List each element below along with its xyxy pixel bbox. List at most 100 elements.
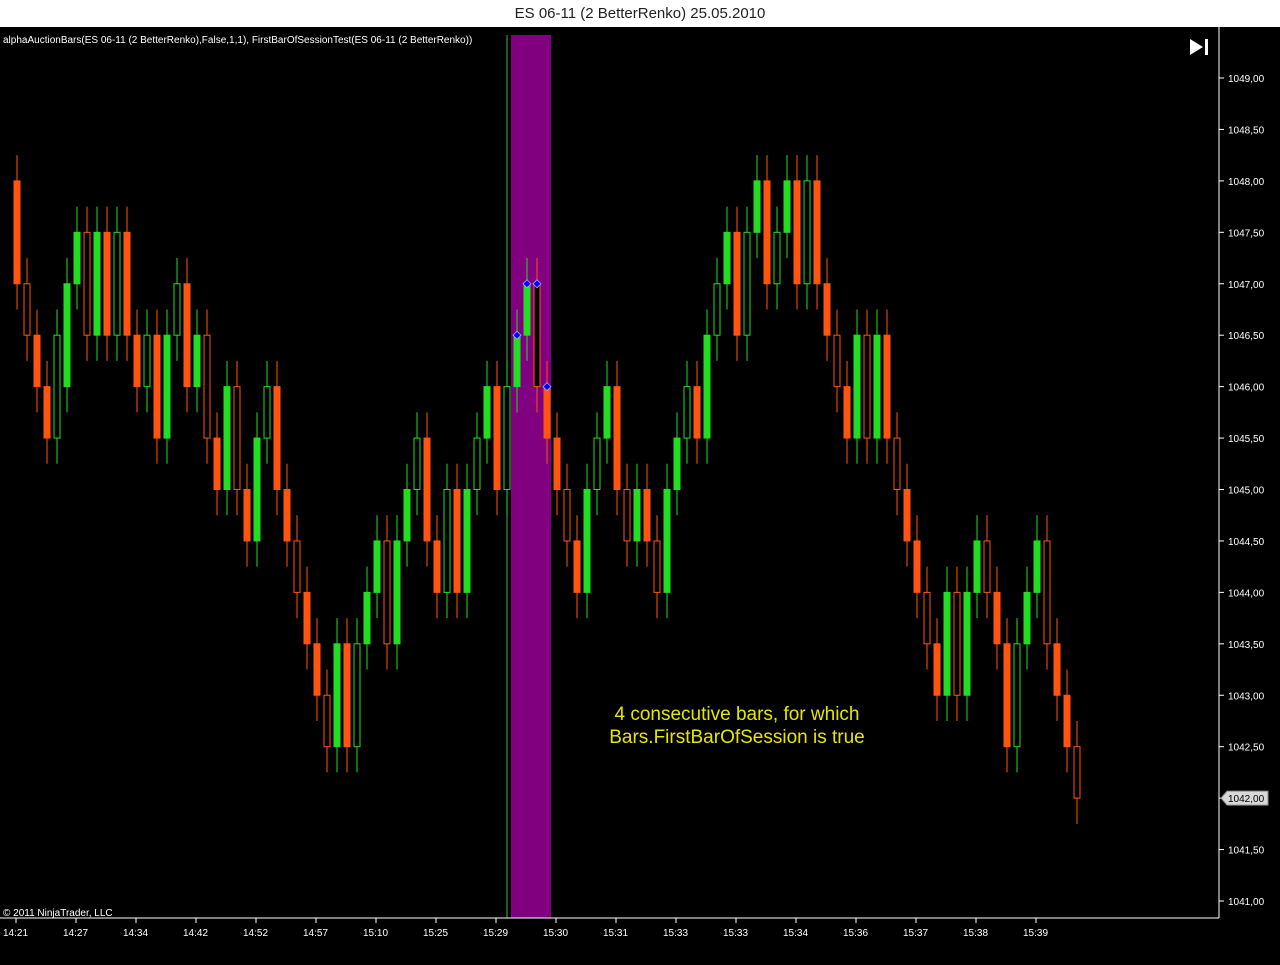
bar-body [363, 591, 371, 645]
price-tick-label: 1042,50 [1228, 743, 1265, 754]
bar-body [273, 386, 281, 490]
bar-body [283, 489, 291, 542]
price-axis[interactable] [1219, 27, 1280, 918]
bar-body [1003, 643, 1011, 748]
bar-body [453, 489, 461, 593]
bar-body [403, 489, 411, 542]
bar-body [433, 540, 441, 593]
bar-body [213, 437, 221, 490]
bar-body [53, 334, 61, 439]
time-tick-label: 15:38 [963, 928, 988, 939]
bar-body [323, 694, 331, 748]
bar-body [653, 540, 661, 593]
last-price-label: 1042,00 [1228, 794, 1265, 805]
price-tick-label: 1046,00 [1228, 383, 1265, 394]
bar-body [623, 489, 631, 542]
time-tick-label: 14:27 [63, 928, 88, 939]
bar-body [613, 386, 621, 490]
bar-body [853, 334, 861, 439]
bar-body [693, 386, 701, 439]
bar-body [893, 437, 901, 490]
time-tick-label: 15:31 [603, 928, 628, 939]
bar-body [873, 334, 881, 439]
bar-body [983, 540, 991, 593]
time-tick-label: 14:21 [3, 928, 28, 939]
session-highlight [506, 35, 551, 918]
bar-body [843, 386, 851, 439]
bar-body [773, 231, 781, 285]
bar-body [443, 489, 451, 593]
price-tick-label: 1047,00 [1228, 280, 1265, 291]
bar-body [263, 386, 271, 439]
time-axis[interactable] [0, 918, 1280, 965]
bar-body [93, 231, 101, 336]
bar-body [533, 283, 541, 388]
time-tick-label: 14:57 [303, 928, 328, 939]
bar-body [503, 386, 511, 490]
price-tick-label: 1048,00 [1228, 177, 1265, 188]
bar-body [1043, 540, 1051, 645]
bar-body [183, 283, 191, 388]
bar-body [143, 334, 151, 388]
bar-body [523, 283, 531, 336]
price-tick-label: 1043,00 [1228, 691, 1265, 702]
bar-body [823, 283, 831, 336]
bar-body [393, 540, 401, 645]
bar-body [223, 386, 231, 490]
bar-body [123, 231, 131, 336]
bar-body [813, 180, 821, 285]
bar-body [303, 591, 311, 645]
bar-body [63, 283, 71, 388]
time-tick-label: 15:36 [843, 928, 868, 939]
bar-body [293, 540, 301, 593]
window-title-bar: ES 06-11 (2 BetterRenko) 25.05.2010 [0, 0, 1280, 28]
bar-body [763, 180, 771, 285]
bar-body [573, 540, 581, 593]
bar-body [463, 489, 471, 593]
bar-body [803, 180, 811, 285]
bar-body [833, 334, 841, 388]
bar-body [13, 180, 21, 285]
bar-body [153, 334, 161, 439]
bar-body [353, 643, 361, 748]
bar-body [253, 437, 261, 542]
bar-body [243, 489, 251, 542]
chart-area[interactable]: 1049,00 1048,50 1048,00 1047,50 1047,00 1046,… [0, 27, 1280, 965]
bar-body [73, 231, 81, 285]
time-tick-label: 15:29 [483, 928, 508, 939]
bar-body [1023, 591, 1031, 645]
bar-body [913, 540, 921, 593]
bar-body [583, 489, 591, 593]
price-tick-label: 1043,50 [1228, 640, 1265, 651]
bar-body [103, 231, 111, 336]
bar-body [543, 386, 551, 439]
bar-body [493, 386, 501, 490]
bar-body [1053, 643, 1061, 696]
bar-body [783, 180, 791, 233]
bar-body [883, 334, 891, 439]
bar-body [23, 283, 31, 336]
time-tick-label: 15:33 [663, 928, 688, 939]
price-tick-label: 1041,00 [1228, 897, 1265, 908]
annotation-line-2: Bars.FirstBarOfSession is true [609, 727, 865, 748]
bar-body [683, 386, 691, 439]
window-title: ES 06-11 (2 BetterRenko) 25.05.2010 [514, 5, 766, 22]
bar-body [1063, 694, 1071, 748]
bar-body [163, 334, 171, 439]
bar-body [593, 437, 601, 490]
bar-body [513, 334, 521, 388]
plot-background[interactable] [0, 27, 1219, 918]
bar-body [753, 180, 761, 233]
time-tick-label: 14:42 [183, 928, 208, 939]
price-tick-label: 1048,50 [1228, 125, 1265, 136]
price-tick-label: 1046,50 [1228, 331, 1265, 342]
bar-body [953, 591, 961, 696]
bar-body [793, 180, 801, 285]
price-tick-label: 1047,50 [1228, 228, 1265, 239]
price-tick-label: 1044,50 [1228, 537, 1265, 548]
bar-body [233, 386, 241, 490]
bar-body [193, 334, 201, 388]
annotation-line-1: 4 consecutive bars, for which [614, 704, 859, 725]
bar-body [973, 540, 981, 593]
bar-body [723, 231, 731, 285]
